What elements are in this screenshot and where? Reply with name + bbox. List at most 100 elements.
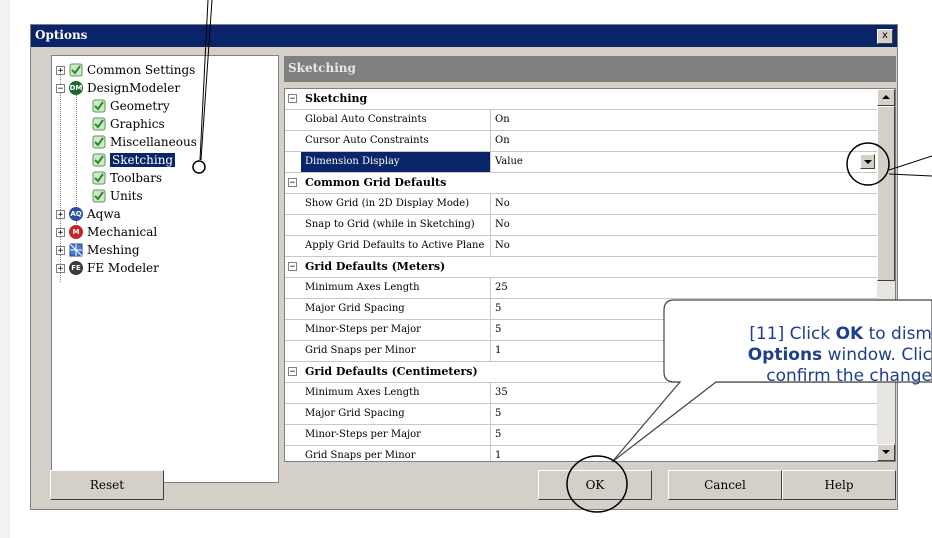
tree-item-sketching[interactable]: Sketching [92,151,176,169]
property-value[interactable]: On [491,110,877,130]
callout-line-1: [11] Click OK to dism [668,324,932,345]
collapse-icon[interactable]: − [288,94,297,104]
category-row[interactable]: − Common Grid Defaults [285,173,877,194]
property-row-selected[interactable]: Dimension Display Value [285,152,877,173]
check-icon [69,63,83,77]
property-row[interactable]: Global Auto Constraints On [285,110,877,131]
collapse-icon[interactable]: − [56,83,65,93]
category-title: Grid Defaults (Centimeters) [305,365,478,378]
property-name: Dimension Display [301,152,491,172]
tree-item-meshing[interactable]: + Meshing [56,241,140,259]
tree-item-label: Aqwa [87,207,121,221]
vertical-scrollbar[interactable] [877,89,895,461]
aqwa-icon: AQ [69,207,83,221]
expand-icon[interactable]: + [56,245,65,255]
scroll-thumb[interactable] [877,106,895,281]
scroll-up-icon[interactable] [877,89,895,106]
property-row[interactable]: Grid Snaps per Minor 1 [285,446,877,461]
tree-item-label: Toolbars [110,171,163,185]
property-value[interactable]: 25 [491,278,877,298]
expand-icon[interactable]: + [56,227,65,237]
callout-bold-ok: OK [835,324,864,344]
close-button[interactable]: x [877,29,893,44]
reset-button[interactable]: Reset [50,470,164,500]
tree-item-label: Graphics [110,117,165,131]
category-title: Grid Defaults (Meters) [305,260,446,273]
callout-line-2: Options window. Clic [668,345,932,366]
property-value[interactable]: 5 [491,404,877,424]
dropdown-arrow-icon[interactable] [860,154,875,169]
callout-bold-options: Options [747,345,823,365]
tree-item-label: DesignModeler [87,81,181,95]
collapse-icon[interactable]: − [288,178,297,188]
property-row[interactable]: Apply Grid Defaults to Active Plane No [285,236,877,257]
callout-text: [11] Click OK to dism Options window. Cl… [668,324,932,387]
category-row[interactable]: − Sketching [285,89,877,110]
property-row[interactable]: Major Grid Spacing 5 [285,404,877,425]
tree-item-toolbars[interactable]: Toolbars [92,169,162,187]
expand-icon[interactable]: + [56,263,65,273]
property-name: Global Auto Constraints [301,110,491,130]
tree-item-label: Sketching [110,153,176,167]
check-icon [92,171,106,185]
tree-item-graphics[interactable]: Graphics [92,115,165,133]
expand-icon[interactable]: + [56,65,65,75]
property-grid: − Sketching Global Auto Constraints On C… [284,88,896,462]
check-icon [92,189,106,203]
tree-item-common-settings[interactable]: + Common Settings [56,61,195,79]
callout-text-part: window. Clic [822,345,932,365]
close-icon: x [882,30,888,41]
tree-item-label: Mechanical [87,225,158,239]
property-row[interactable]: Show Grid (in 2D Display Mode) No [285,194,877,215]
category-title: Sketching [305,92,368,105]
dimension-display-select[interactable]: Value [491,152,877,172]
property-name: Major Grid Spacing [301,404,491,424]
property-row[interactable]: Minimum Axes Length 25 [285,278,877,299]
property-row[interactable]: Snap to Grid (while in Sketching) No [285,215,877,236]
property-value[interactable]: No [491,236,877,256]
tree-item-label: Common Settings [87,63,196,77]
property-name: Grid Snaps per Minor [301,341,491,361]
title-bar[interactable]: Options x [31,25,897,47]
tree-item-label: Units [110,189,143,203]
collapse-icon[interactable]: − [288,367,297,377]
cancel-button[interactable]: Cancel [668,470,782,500]
tree-item-designmodeler[interactable]: − DM DesignModeler [56,79,180,97]
property-row[interactable]: Major Grid Spacing 5 [285,299,877,320]
tree-item-miscellaneous[interactable]: Miscellaneous [92,133,197,151]
category-row[interactable]: − Grid Defaults (Meters) [285,257,877,278]
property-name: Snap to Grid (while in Sketching) [301,215,491,235]
expand-icon[interactable]: + [56,209,65,219]
help-button[interactable]: Help [782,470,896,500]
property-name: Grid Snaps per Minor [301,446,491,461]
panel-title: Sketching [288,61,356,75]
property-value[interactable]: No [491,194,877,214]
tree-item-geometry[interactable]: Geometry [92,97,170,115]
check-icon [92,153,106,167]
property-name: Show Grid (in 2D Display Mode) [301,194,491,214]
fe-modeler-icon: FE [69,261,83,275]
property-value[interactable]: 1 [491,446,877,461]
property-name: Cursor Auto Constraints [301,131,491,151]
property-row[interactable]: Minor-Steps per Major 5 [285,425,877,446]
property-row[interactable]: Cursor Auto Constraints On [285,131,877,152]
scroll-down-icon[interactable] [877,444,895,461]
tree-item-label: Miscellaneous [110,135,197,149]
property-value[interactable]: No [491,215,877,235]
tree-item-fe-modeler[interactable]: + FE FE Modeler [56,259,159,277]
property-name: Major Grid Spacing [301,299,491,319]
ok-button[interactable]: OK [538,470,652,500]
tree-item-mechanical[interactable]: + M Mechanical [56,223,157,241]
property-value[interactable]: On [491,131,877,151]
tree-item-units[interactable]: Units [92,187,143,205]
property-name: Minor-Steps per Major [301,425,491,445]
property-value[interactable]: 5 [491,425,877,445]
property-value[interactable]: 5 [491,299,877,319]
tree-item-label: Meshing [87,243,140,257]
collapse-icon[interactable]: − [288,262,297,272]
callout-line-3: confirm the change [766,366,932,386]
property-name: Minor-Steps per Major [301,320,491,340]
tree-item-aqwa[interactable]: + AQ Aqwa [56,205,121,223]
check-icon [92,117,106,131]
dialog-title: Options [35,28,88,42]
